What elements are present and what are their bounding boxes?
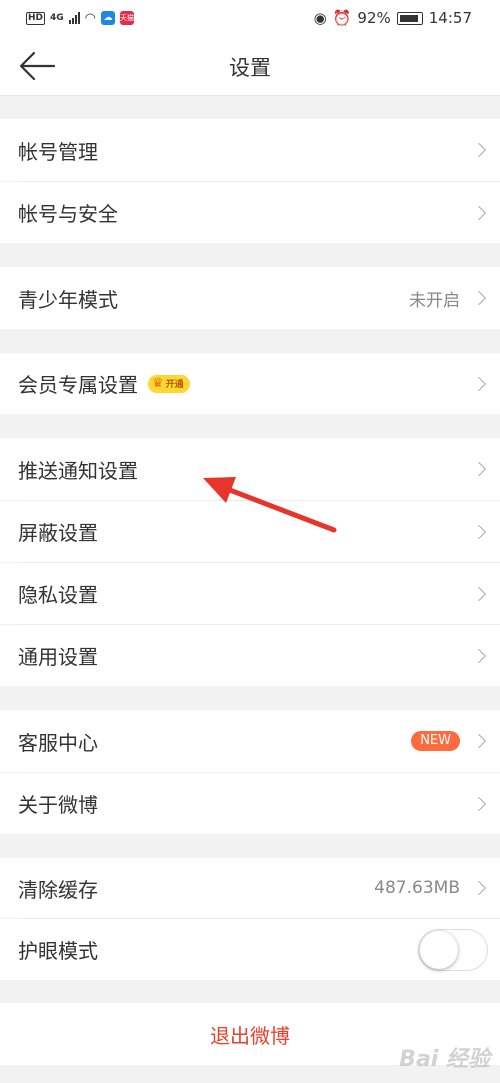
battery-percent: 92%: [357, 9, 391, 27]
vip-open-badge[interactable]: ♛ 开通: [148, 374, 190, 393]
vip-settings-label: 会员专属设置: [18, 373, 138, 397]
cache-size: 487.63MB: [374, 878, 460, 898]
alarm-icon: ⏰: [332, 9, 352, 27]
eye-protection-label: 护眼模式: [18, 939, 98, 963]
chevron-right-icon: [471, 142, 487, 158]
account-manage-label: 帐号管理: [18, 139, 98, 164]
block-settings-item[interactable]: 屏蔽设置: [0, 501, 500, 562]
network-type: 4G: [50, 13, 64, 23]
logout-label: 退出微博: [210, 1023, 290, 1048]
block-settings-label: 屏蔽设置: [18, 521, 98, 545]
clock-time: 14:57: [428, 9, 472, 27]
about-weibo-item[interactable]: 关于微博: [0, 773, 500, 834]
teen-mode-item[interactable]: 青少年模式 未开启: [0, 267, 500, 329]
chevron-right-icon: [471, 733, 487, 749]
clear-cache-item[interactable]: 清除缓存 487.63MB: [0, 858, 500, 918]
vip-badge-label: 开通: [165, 380, 184, 390]
eye-protection-toggle[interactable]: [418, 928, 488, 971]
customer-service-label: 客服中心: [18, 730, 98, 755]
new-badge: NEW: [411, 731, 460, 751]
signal-icon: [68, 12, 80, 24]
toggle-knob: [420, 930, 458, 969]
chevron-right-icon: [471, 648, 487, 663]
chevron-right-icon: [471, 290, 487, 306]
chevron-right-icon: [471, 524, 487, 539]
account-manage-item[interactable]: 帐号管理: [0, 119, 500, 181]
push-notification-item[interactable]: 推送通知设置: [0, 438, 500, 500]
account-security-label: 帐号与安全: [18, 202, 118, 226]
vip-settings-item[interactable]: 会员专属设置 ♛ 开通: [0, 353, 500, 414]
chevron-right-icon: [471, 586, 487, 601]
teen-mode-label: 青少年模式: [18, 287, 118, 312]
status-bar: HD 4G ◠ ☁ 天猫 ◉ ⏰ 92% 14:57: [0, 0, 500, 36]
push-notification-label: 推送通知设置: [18, 458, 138, 483]
chevron-right-icon: [471, 205, 487, 220]
about-weibo-label: 关于微博: [18, 793, 98, 817]
customer-service-item[interactable]: 客服中心 NEW: [0, 710, 500, 772]
crown-icon: ♛: [152, 376, 164, 391]
navigation-bar: 设置: [0, 36, 500, 96]
watermark: Bai 经验: [399, 1047, 490, 1072]
chevron-right-icon: [471, 880, 487, 896]
general-settings-label: 通用设置: [18, 645, 98, 669]
chevron-right-icon: [471, 376, 487, 391]
battery-icon: [396, 11, 423, 25]
privacy-settings-item[interactable]: 隐私设置: [0, 563, 500, 624]
hd-indicator: HD: [26, 11, 46, 25]
account-security-item[interactable]: 帐号与安全: [0, 182, 500, 243]
clear-cache-label: 清除缓存: [18, 877, 98, 902]
teen-mode-status: 未开启: [409, 290, 460, 311]
cloud-app-icon: ☁: [101, 11, 116, 25]
chevron-right-icon: [471, 796, 487, 811]
page-title: 设置: [229, 56, 271, 80]
privacy-settings-label: 隐私设置: [18, 583, 98, 607]
wifi-icon: ◠: [84, 10, 97, 26]
eye-icon: ◉: [313, 9, 327, 27]
general-settings-item[interactable]: 通用设置: [0, 625, 500, 686]
chevron-right-icon: [471, 461, 487, 477]
tmall-app-icon: 天猫: [120, 11, 135, 25]
eye-protection-item: 护眼模式: [0, 919, 500, 980]
